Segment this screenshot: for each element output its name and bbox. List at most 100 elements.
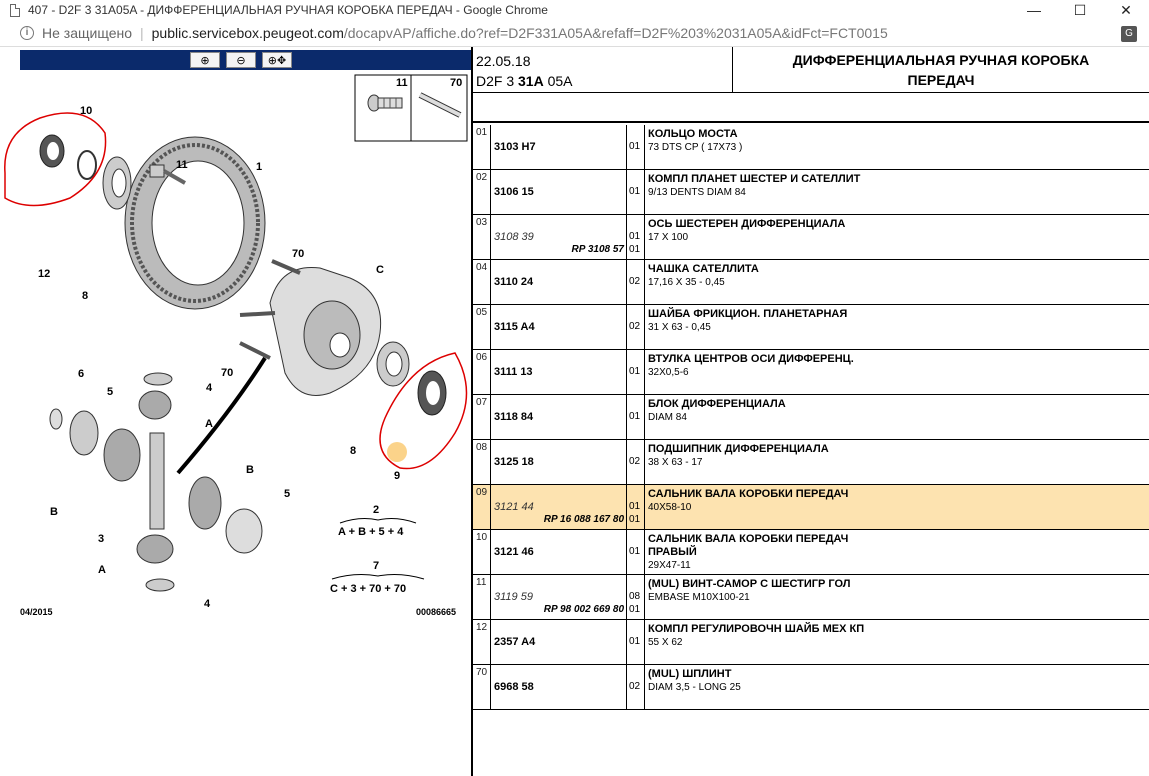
row-ref-cell: 3118 84 — [491, 395, 627, 439]
pin-lower — [239, 341, 271, 360]
row-index: 07 — [473, 395, 491, 439]
row-description: КОЛЬЦО МОСТА 73 DTS CP ( 17X73 ) — [645, 125, 1149, 169]
label-12: 12 — [38, 268, 50, 280]
row-qty-cell: 02 — [627, 665, 645, 709]
part-name: (MUL) ВИНТ-САМОР С ШЕСТИГР ГОЛ — [648, 578, 851, 590]
security-label[interactable]: Не защищено — [42, 25, 132, 41]
quantity-replacement: 01 — [629, 514, 641, 525]
zoom-out-button[interactable]: ⊖ — [226, 52, 256, 68]
url-host[interactable]: public.servicebox.peugeot.com — [152, 25, 344, 41]
table-row[interactable]: 11 3119 59 RP 98 002 669 80 08 01 (MUL) ВИНТ-… — [473, 575, 1149, 620]
address-bar[interactable]: i Не защищено | public.servicebox.peugeo… — [0, 20, 1149, 47]
part-name: ОСЬ ШЕСТЕРЕН ДИФФЕРЕНЦИАЛА — [648, 218, 846, 230]
quantity: 01 — [629, 636, 641, 647]
window-titlebar: 407 - D2F 3 31A05A - ДИФФЕРЕНЦИАЛЬНАЯ РУ… — [0, 0, 1149, 20]
label-4a: 4 — [206, 382, 213, 394]
replacement-number[interactable]: RP 98 002 669 80 — [544, 604, 624, 615]
part-number[interactable]: 6968 58 — [494, 681, 534, 693]
info-icon[interactable]: i — [20, 26, 34, 40]
quantity: 02 — [629, 321, 641, 332]
diagram-pane: ⊕ ⊖ ⊕✥ 11 70 10 11 1 12 8 70 C 70 6 5 4 … — [0, 47, 471, 776]
row-index: 06 — [473, 350, 491, 394]
minimize-button[interactable]: — — [1011, 0, 1057, 20]
part-number[interactable]: 3106 15 — [494, 186, 534, 198]
part-spec: 9/13 DENTS DIAM 84 — [648, 187, 746, 198]
header-ref: D2F 3 31A 05A — [476, 73, 573, 89]
close-button[interactable]: ✕ — [1103, 0, 1149, 20]
row-ref-cell: 3103 H7 — [491, 125, 627, 169]
part-number[interactable]: 3110 24 — [494, 276, 533, 288]
table-row[interactable]: 06 3111 13 01 ВТУЛКА ЦЕНТРОВ ОСИ ДИФФЕРЕНЦ.… — [473, 350, 1149, 395]
part-spec: DIAM 3,5 - LONG 25 — [648, 682, 741, 693]
part-number[interactable]: 3118 84 — [494, 411, 533, 423]
table-row[interactable]: 02 3106 15 01 КОМПЛ ПЛАНЕТ ШЕСТЕР И САТЕЛЛИ… — [473, 170, 1149, 215]
quantity: 02 — [629, 456, 641, 467]
label-5b: 5 — [284, 488, 290, 500]
page-icon — [10, 3, 20, 17]
row-ref-cell: 3121 46 — [491, 530, 627, 574]
maximize-button[interactable]: ☐ — [1057, 0, 1103, 20]
part-spec: 17,16 X 35 - 0,45 — [648, 277, 725, 288]
header-spacer — [473, 93, 1149, 123]
row-qty-cell: 08 01 — [627, 575, 645, 619]
row-index: 04 — [473, 260, 491, 304]
table-row[interactable]: 09 3121 44 RP 16 088 167 80 01 01 САЛЬНИК ВАЛ… — [473, 485, 1149, 530]
part-number[interactable]: 3125 18 — [494, 456, 534, 468]
quantity: 02 — [629, 681, 641, 692]
quantity: 01 — [629, 141, 641, 152]
replacement-number[interactable]: RP 3108 57 — [572, 244, 624, 255]
formula-1: A + B + 5 + 4 — [338, 526, 404, 538]
formula-2-brace — [331, 574, 425, 580]
table-row[interactable]: 12 2357 A4 01 КОМПЛ РЕГУЛИРОВОЧН ШАЙБ МЕХ К… — [473, 620, 1149, 665]
table-row[interactable]: 01 3103 H7 01 КОЛЬЦО МОСТА 73 DTS CP ( 17X73… — [473, 125, 1149, 170]
zoom-in-button[interactable]: ⊕ — [190, 52, 220, 68]
part-number[interactable]: 2357 A4 — [494, 636, 535, 648]
table-row[interactable]: 08 3125 18 02 ПОДШИПНИК ДИФФЕРЕНЦИАЛА 38 X 6… — [473, 440, 1149, 485]
row-description: ВТУЛКА ЦЕНТРОВ ОСИ ДИФФЕРЕНЦ. 32X0,5-6 — [645, 350, 1149, 394]
table-row[interactable]: 03 3108 39 RP 3108 57 01 01 ОСЬ ШЕСТЕРЕН ДИФФ… — [473, 215, 1149, 260]
table-row[interactable]: 10 3121 46 01 САЛЬНИК ВАЛА КОРОБКИ ПЕРЕДАЧ П… — [473, 530, 1149, 575]
part-spec: DIAM 84 — [648, 412, 687, 423]
parts-pane: 22.05.18 D2F 3 31A 05A ДИФФЕРЕНЦИАЛЬНАЯ … — [471, 47, 1149, 776]
seal-right — [417, 370, 447, 416]
row-ref-cell: 3106 15 — [491, 170, 627, 214]
row-qty-cell: 02 — [627, 305, 645, 349]
replacement-number[interactable]: RP 16 088 167 80 — [544, 514, 624, 525]
pan-button[interactable]: ⊕✥ — [262, 52, 292, 68]
header-ref-bold: 31A — [518, 73, 544, 89]
table-row[interactable]: 05 3115 A4 02 ШАЙБА ФРИКЦИОН. ПЛАНЕТАРНАЯ 31… — [473, 305, 1149, 350]
part-spec: 17 X 100 — [648, 232, 689, 243]
row-ref-cell: 3108 39 RP 3108 57 — [491, 215, 627, 259]
label-5a: 5 — [107, 386, 113, 398]
row-description: ОСЬ ШЕСТЕРЕН ДИФФЕРЕНЦИАЛА 17 X 100 — [645, 215, 1149, 259]
row-index: 05 — [473, 305, 491, 349]
part-number[interactable]: 3121 46 — [494, 546, 534, 558]
row-qty-cell: 01 — [627, 620, 645, 664]
quantity: 08 — [629, 591, 641, 602]
row-index: 08 — [473, 440, 491, 484]
table-row[interactable]: 04 3110 24 02 ЧАШКА САТЕЛЛИТА 17,16 X 35 - 0… — [473, 260, 1149, 305]
part-name: ЧАШКА САТЕЛЛИТА — [648, 263, 759, 275]
translate-icon[interactable]: G — [1121, 26, 1137, 42]
part-number[interactable]: 3108 39 — [494, 231, 534, 243]
table-row[interactable]: 07 3118 84 01 БЛОК ДИФФЕРЕНЦИАЛА DIAM 84 — [473, 395, 1149, 440]
diagram-footer-date: 04/2015 — [20, 607, 53, 617]
row-qty-cell: 01 — [627, 530, 645, 574]
part-name: САЛЬНИК ВАЛА КОРОБКИ ПЕРЕДАЧ — [648, 488, 849, 500]
bearing-left — [102, 156, 132, 210]
part-number[interactable]: 3119 59 — [494, 591, 533, 603]
table-row[interactable]: 70 6968 58 02 (MUL) ШПЛИНТ DIAM 3,5 - LONG 2… — [473, 665, 1149, 710]
highlight-dot-9 — [387, 442, 407, 462]
part-number[interactable]: 3111 13 — [494, 366, 533, 378]
part-number[interactable]: 3115 A4 — [494, 321, 535, 333]
parts-header: 22.05.18 D2F 3 31A 05A ДИФФЕРЕНЦИАЛЬНАЯ … — [473, 47, 1149, 93]
row-index: 11 — [473, 575, 491, 619]
formula-2: C + 3 + 70 + 70 — [330, 583, 406, 595]
window-title: 407 - D2F 3 31A05A - ДИФФЕРЕНЦИАЛЬНАЯ РУ… — [28, 3, 548, 17]
part-number[interactable]: 3121 44 — [494, 501, 534, 513]
part-spec: 40X58-10 — [648, 502, 692, 513]
row-description: САЛЬНИК ВАЛА КОРОБКИ ПЕРЕДАЧ ПРАВЫЙ 29X47-… — [645, 530, 1149, 574]
url-path[interactable]: /docapvAP/affiche.do?ref=D2F331A05A&refa… — [344, 25, 888, 41]
parts-table: 01 3103 H7 01 КОЛЬЦО МОСТА 73 DTS CP ( 17X73… — [473, 125, 1149, 710]
part-number[interactable]: 3103 H7 — [494, 141, 536, 153]
